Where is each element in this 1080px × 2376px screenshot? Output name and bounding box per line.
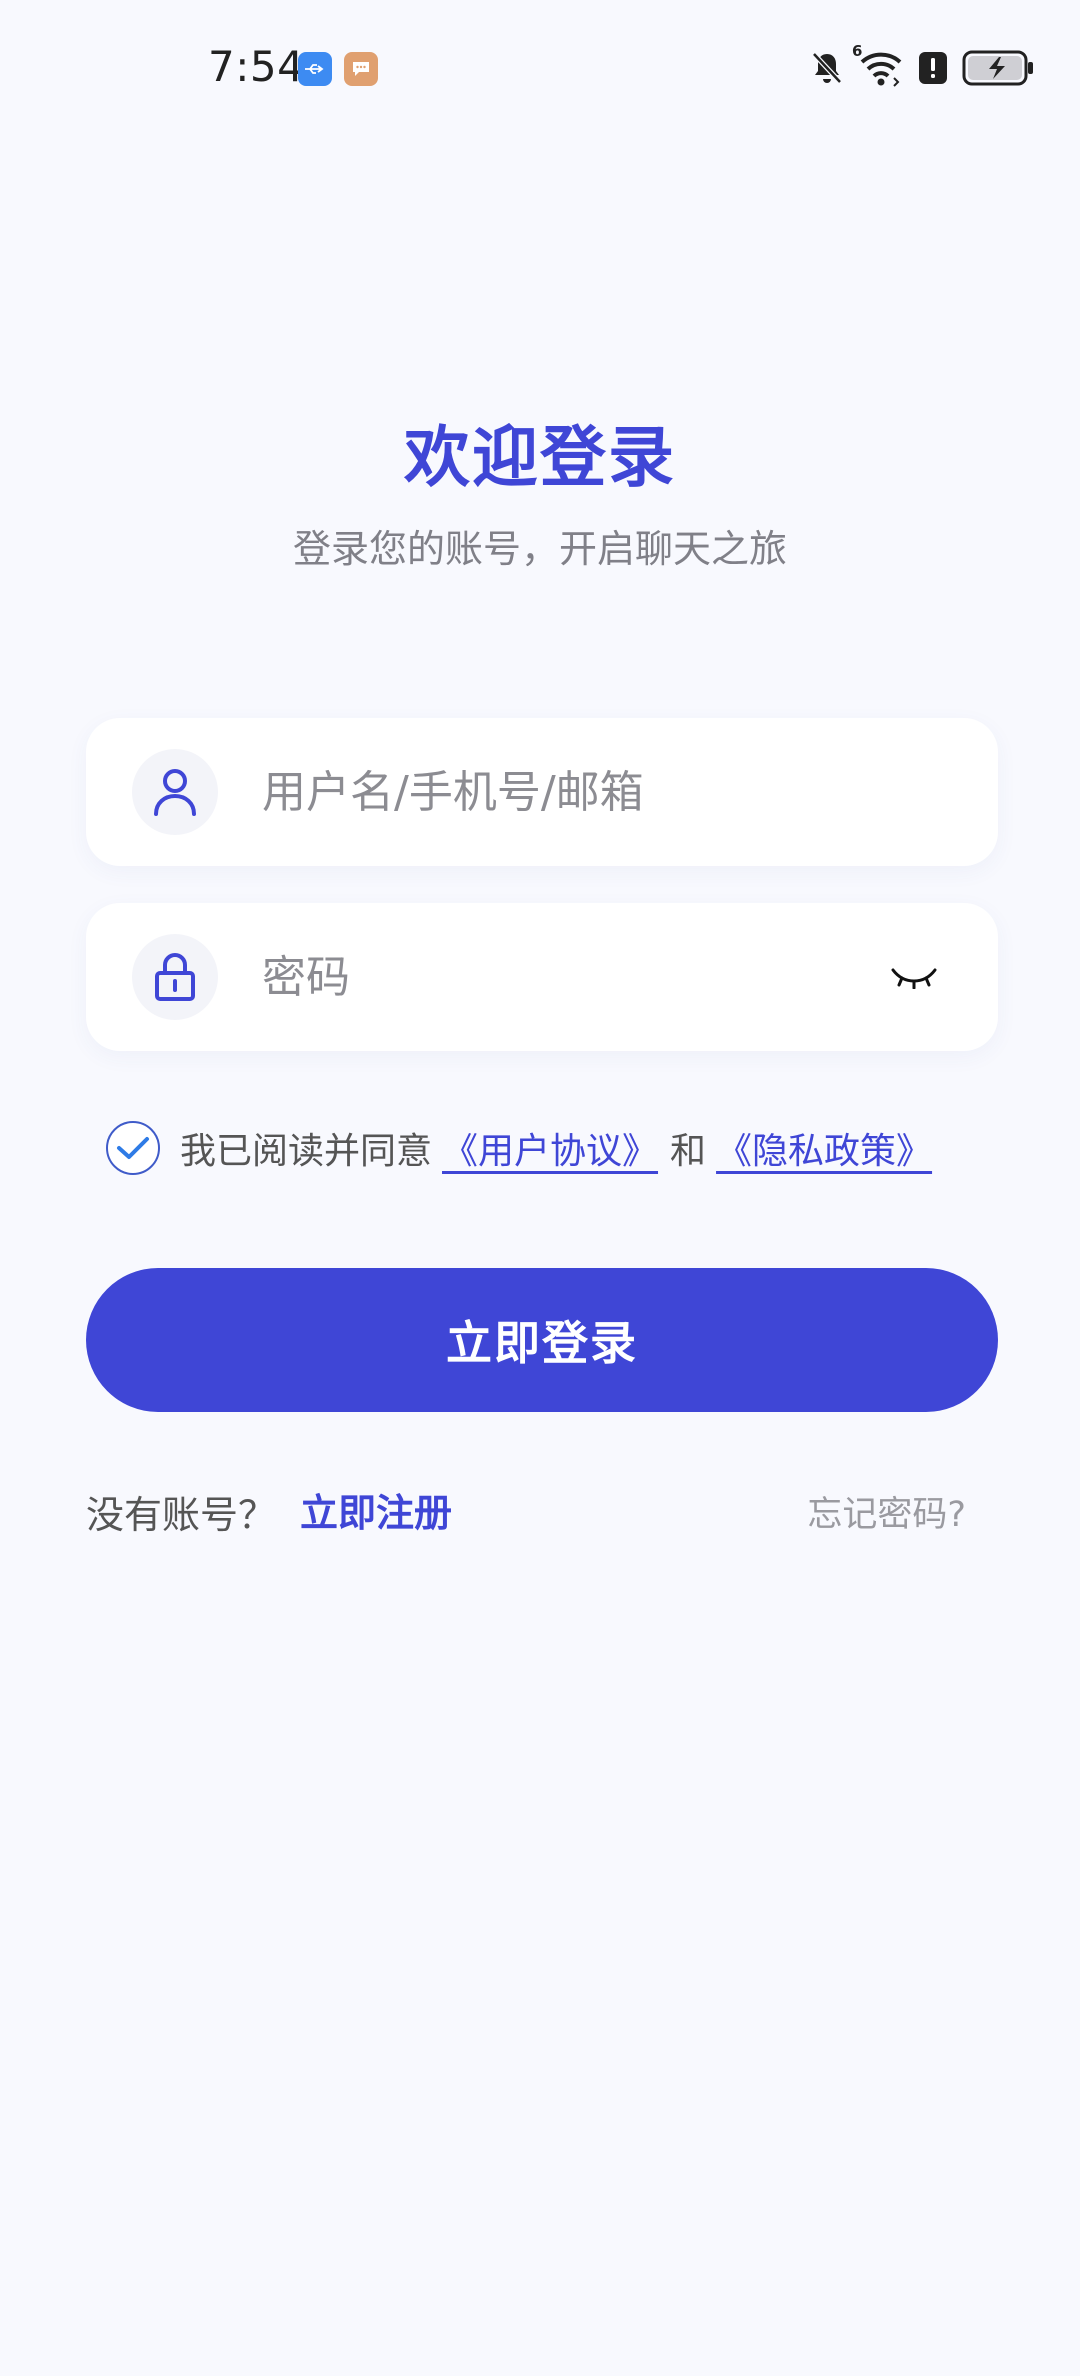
privacy-policy-link[interactable]: 《隐私政策》 (716, 1122, 932, 1174)
agreement-checkbox[interactable] (106, 1121, 160, 1175)
wifi-badge: 6 (852, 42, 863, 60)
bottom-links: 没有账号？ 立即注册 忘记密码? (86, 1478, 966, 1538)
user-agreement-link[interactable]: 《用户协议》 (442, 1122, 658, 1174)
agreement-prefix: 我已阅读并同意 (180, 1131, 433, 1172)
message-icon (344, 52, 378, 86)
forgot-password-link[interactable]: 忘记密码? (807, 1486, 966, 1537)
alert-icon (919, 52, 947, 84)
battery-charging-icon (962, 50, 1033, 86)
status-bar: 7:54 6 (0, 0, 1080, 136)
password-input[interactable] (262, 903, 822, 1051)
checkmark-icon (117, 1137, 149, 1159)
usb-icon (298, 52, 332, 86)
user-icon (132, 749, 218, 835)
bell-muted-icon (812, 52, 842, 84)
username-field[interactable] (86, 718, 998, 866)
login-button[interactable]: 立即登录 (86, 1268, 998, 1412)
status-right-icons: 6 (810, 42, 1036, 92)
eye-closed-icon[interactable] (886, 953, 942, 1001)
agreement-row: 我已阅读并同意 《用户协议》 和 《隐私政策》 (106, 1120, 932, 1176)
password-field[interactable] (86, 903, 998, 1051)
agreement-and: 和 (670, 1131, 707, 1172)
page-subtitle: 登录您的账号，开启聊天之旅 (292, 527, 787, 571)
page-title: 欢迎登录 (404, 419, 676, 496)
register-link[interactable]: 立即注册 (300, 1482, 452, 1537)
lock-icon (132, 934, 218, 1020)
username-input[interactable] (262, 718, 902, 866)
wifi-6-icon: 6 (852, 42, 904, 88)
no-account-label: 没有账号？ (86, 1493, 277, 1537)
status-time: 7:54 (208, 42, 305, 91)
